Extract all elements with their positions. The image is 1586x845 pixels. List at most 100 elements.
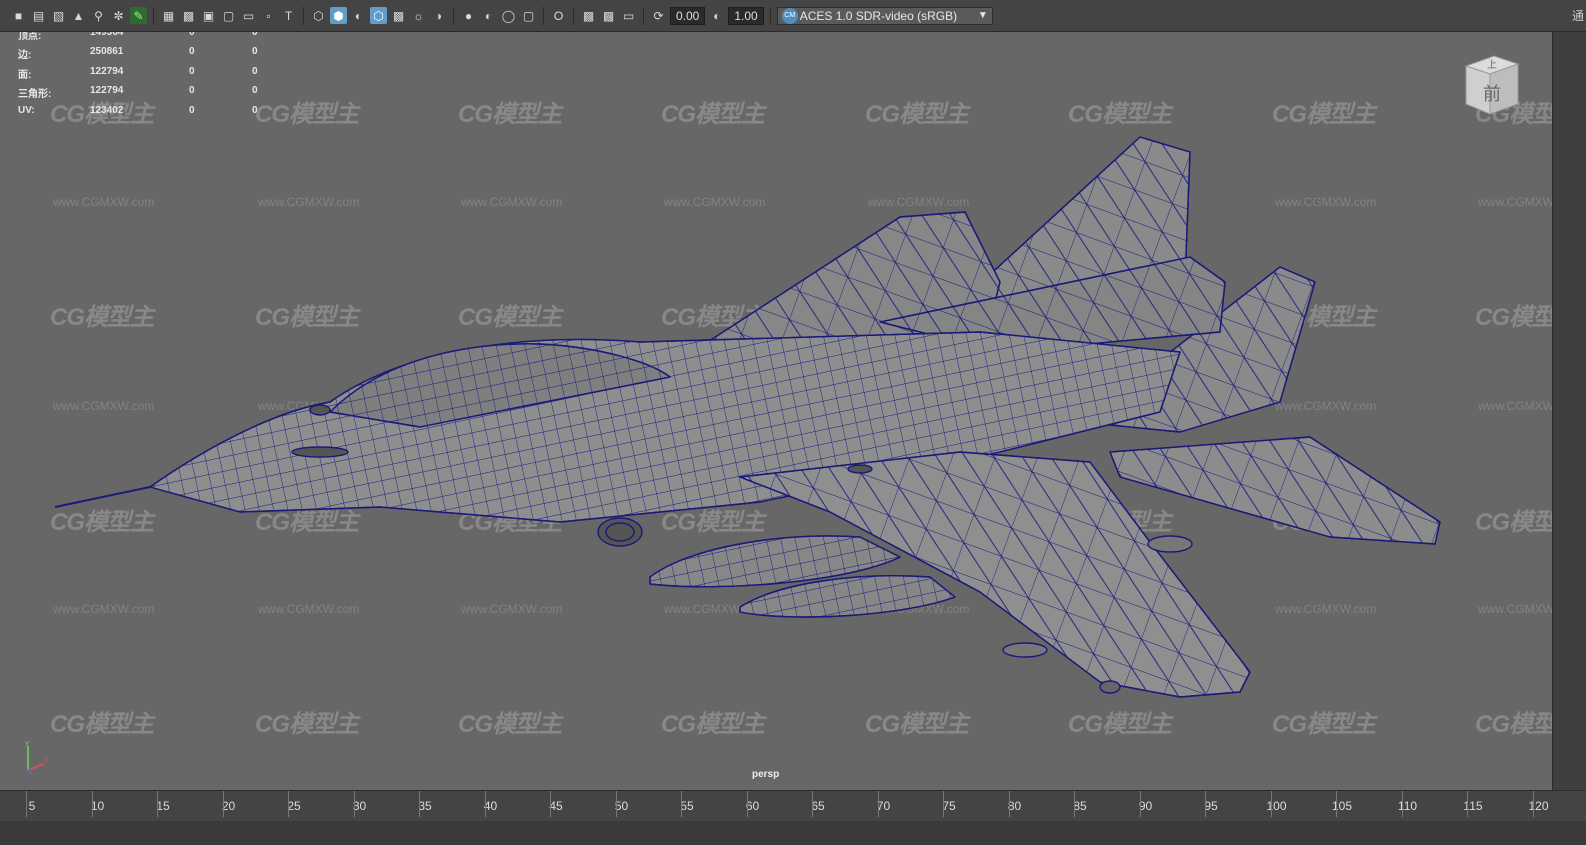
toolbar-divider bbox=[769, 6, 771, 25]
xray-active-components-icon[interactable]: ▩ bbox=[600, 7, 617, 24]
frame-tick-label: 85 bbox=[1073, 799, 1087, 813]
shadows-icon[interactable]: ◑ bbox=[430, 7, 447, 24]
frame-tick-mark bbox=[1270, 791, 1272, 817]
frame-tick-label: 75 bbox=[942, 799, 956, 813]
wireframe-icon[interactable]: ⬡ bbox=[310, 7, 327, 24]
frame-tick-mark bbox=[484, 791, 486, 817]
camera-attributes-icon[interactable]: ▤ bbox=[30, 7, 47, 24]
camera-icon[interactable]: ■ bbox=[10, 7, 27, 24]
frame-tick-mark bbox=[1532, 791, 1534, 817]
safe-action-icon[interactable]: ▫ bbox=[260, 7, 277, 24]
frame-tick-mark bbox=[1467, 791, 1468, 817]
frame-tick-mark bbox=[1336, 791, 1337, 817]
frame-tick-mark bbox=[812, 791, 813, 817]
persp-viewport[interactable]: CG模型主CG模型主CG模型主CG模型主CG模型主CG模型主CG模型主CG模型主… bbox=[0, 32, 1553, 790]
motion-blur-icon[interactable]: ◐ bbox=[480, 7, 497, 24]
frame-tick-label: 55 bbox=[680, 799, 694, 813]
bookmark-icon[interactable]: ▧ bbox=[50, 7, 67, 24]
axis-indicator: y x bbox=[25, 740, 48, 775]
frame-tick-mark bbox=[877, 791, 879, 817]
frame-tick-label: 95 bbox=[1204, 799, 1218, 813]
textured-icon[interactable]: ▩ bbox=[390, 7, 407, 24]
default-material-icon[interactable]: ◐ bbox=[350, 7, 367, 24]
toolbar-divider bbox=[543, 6, 544, 25]
viewcube-top-label[interactable]: 上 bbox=[1487, 59, 1497, 71]
depth-of-field-icon[interactable]: ▢ bbox=[520, 7, 537, 24]
image-plane-icon[interactable]: ▲ bbox=[70, 7, 87, 24]
frame-tick-label: 5 bbox=[28, 799, 36, 813]
color-management-icon[interactable]: CM bbox=[781, 7, 798, 24]
svg-text:y: y bbox=[25, 740, 29, 747]
gamma-field[interactable]: 1.00 bbox=[728, 6, 764, 25]
gate-mask-icon[interactable]: ▢ bbox=[220, 7, 237, 24]
frame-tick-mark bbox=[943, 791, 944, 817]
color-space-label: ACES 1.0 SDR-video (sRGB) bbox=[799, 8, 958, 23]
toolbar-divider bbox=[303, 6, 304, 25]
frame-tick-label: 100 bbox=[1266, 799, 1287, 813]
grease-pencil-icon[interactable]: ✼ bbox=[110, 7, 127, 24]
frame-tick-label: 80 bbox=[1007, 799, 1022, 813]
time-slider[interactable]: 5 10 15 20 25 30 35 40 45 50 55 60 65 70 75 80 85 90 95 100… bbox=[0, 790, 1586, 845]
side-panel-edge bbox=[1553, 32, 1586, 790]
toolbar-divider bbox=[573, 6, 574, 25]
toolbar-divider bbox=[643, 6, 644, 25]
exposure-field[interactable]: 0.00 bbox=[670, 6, 706, 25]
toolbar-divider bbox=[153, 6, 154, 25]
frame-tick-mark bbox=[681, 791, 682, 817]
xray-icon[interactable]: ▩ bbox=[580, 7, 597, 24]
viewcube-front-label[interactable]: 前 bbox=[1483, 84, 1501, 105]
film-gate-icon[interactable]: ▩ bbox=[180, 7, 197, 24]
wireframe-on-shaded-icon[interactable]: ⬡ bbox=[370, 7, 387, 24]
viewport-toolbar: ■ ▤ ▧ ▲ ⚲ ✼ ✎ ▦ ▩ ▣ ▢ ▭ ▫ T ⬡ ⬢ ◐ ⬡ ▩ ☼ … bbox=[0, 0, 1586, 32]
frame-tick-label: 50 bbox=[614, 799, 629, 813]
frame-tick-label: 120 bbox=[1528, 799, 1549, 813]
frame-tick-mark bbox=[550, 791, 551, 817]
frame-tick-mark bbox=[1008, 791, 1010, 817]
pencil-icon[interactable]: ✎ bbox=[130, 7, 147, 24]
toolbar-divider bbox=[453, 6, 454, 25]
frame-tick-label: 105 bbox=[1331, 799, 1353, 813]
gamma-icon[interactable]: ◐ bbox=[708, 7, 725, 24]
frame-tick-label: 35 bbox=[418, 799, 432, 813]
ambient-occlusion-icon[interactable]: ● bbox=[460, 7, 477, 24]
frame-tick-label: 60 bbox=[745, 799, 760, 813]
frame-tick-label: 15 bbox=[156, 799, 170, 813]
camera-name-label: persp bbox=[752, 769, 780, 780]
frame-tick-label: 65 bbox=[811, 799, 825, 813]
safe-title-icon[interactable]: T bbox=[280, 7, 297, 24]
field-chart-icon[interactable]: ▭ bbox=[240, 7, 257, 24]
chevron-down-icon: ▼ bbox=[977, 10, 988, 21]
svg-text:x: x bbox=[44, 756, 48, 764]
frame-tick-label: 10 bbox=[90, 799, 105, 813]
toolbar-overflow-text: 通 bbox=[1571, 9, 1584, 23]
frame-tick-mark bbox=[222, 791, 224, 817]
frame-tick-mark bbox=[419, 791, 420, 817]
frame-tick-mark bbox=[746, 791, 748, 817]
exposure-icon[interactable]: ⟳ bbox=[650, 7, 667, 24]
color-space-dropdown[interactable]: CM ACES 1.0 SDR-video (sRGB) ▼ bbox=[776, 6, 993, 25]
frame-tick-label: 20 bbox=[221, 799, 236, 813]
pan-zoom-icon[interactable]: ⚲ bbox=[90, 7, 107, 24]
frame-tick-mark bbox=[1074, 791, 1075, 817]
frame-tick-label: 45 bbox=[549, 799, 563, 813]
frame-tick-label: 70 bbox=[876, 799, 891, 813]
frame-tick-mark bbox=[288, 791, 289, 817]
range-slider[interactable] bbox=[0, 821, 1586, 845]
frame-tick-mark bbox=[1205, 791, 1206, 817]
grid-icon[interactable]: ▦ bbox=[160, 7, 177, 24]
frame-tick-label: 90 bbox=[1138, 799, 1153, 813]
frame-tick-mark bbox=[157, 791, 158, 817]
anti-aliasing-icon[interactable]: ◯ bbox=[500, 7, 517, 24]
frame-tick-label: 30 bbox=[352, 799, 367, 813]
xray-joints-icon[interactable]: ▭ bbox=[620, 7, 637, 24]
fighter-jet-wireframe-model[interactable] bbox=[0, 32, 1552, 790]
viewcube[interactable]: 上 前 bbox=[1462, 52, 1520, 116]
smooth-shade-icon[interactable]: ⬢ bbox=[330, 7, 347, 24]
lights-icon[interactable]: ☼ bbox=[410, 7, 427, 24]
isolate-select-icon[interactable]: ⭘ bbox=[550, 7, 567, 24]
frame-tick-mark bbox=[353, 791, 355, 817]
frame-tick-mark bbox=[26, 791, 27, 817]
frame-tick-label: 40 bbox=[483, 799, 498, 813]
frame-tick-mark bbox=[1139, 791, 1141, 817]
resolution-gate-icon[interactable]: ▣ bbox=[200, 7, 217, 24]
